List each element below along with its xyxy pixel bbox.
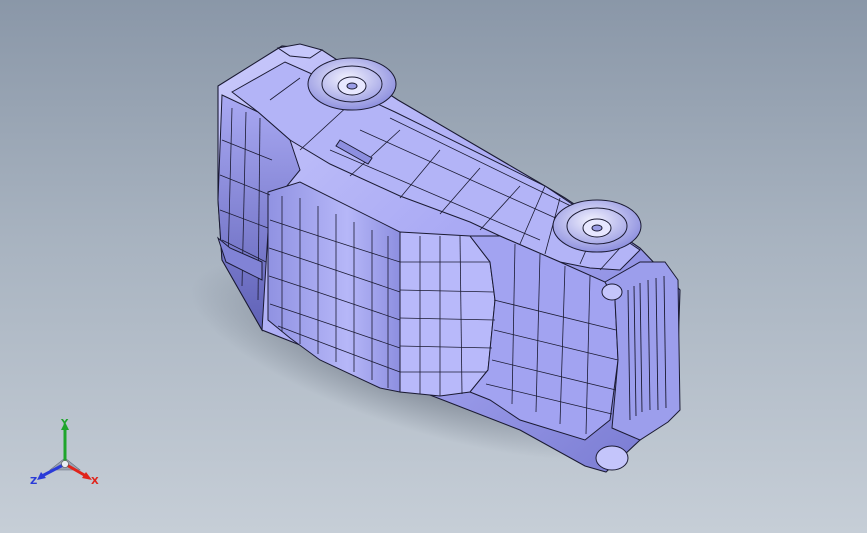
car-body-3d-model[interactable]	[0, 0, 867, 533]
rear-wheel-hub[interactable]	[307, 57, 397, 111]
bumper-end-cap	[595, 445, 629, 471]
view-orientation-triad[interactable]: Y X Z	[28, 418, 102, 492]
graphics-viewport[interactable]: Y X Z	[0, 0, 867, 533]
y-axis-label: Y	[61, 418, 69, 429]
x-axis-label: X	[91, 476, 99, 487]
z-axis-label: Z	[30, 476, 38, 487]
front-wheel-hub[interactable]	[552, 199, 642, 253]
front-cap[interactable]	[399, 231, 496, 397]
bumper-top-cap	[601, 283, 623, 301]
